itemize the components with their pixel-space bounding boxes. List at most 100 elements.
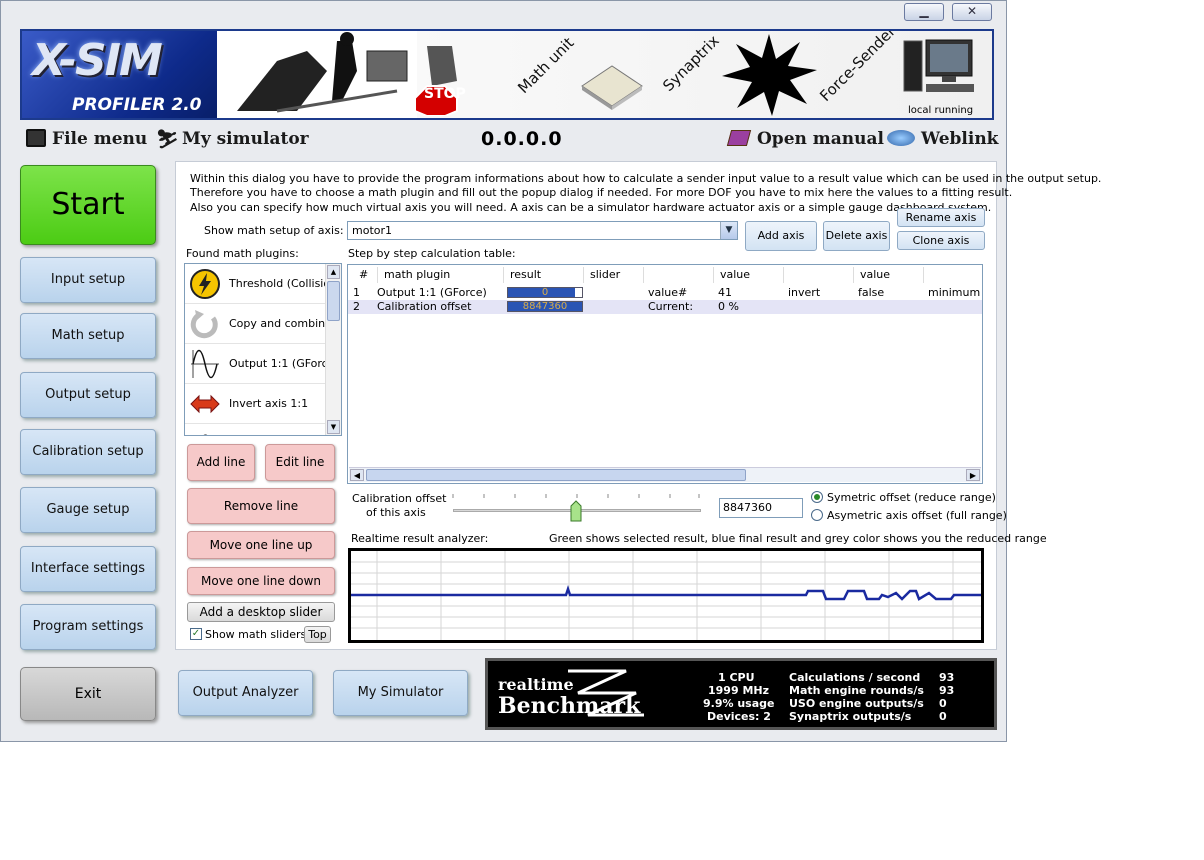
clone-axis-button[interactable]: Clone axis [897,231,985,250]
calibration-slider-thumb[interactable] [570,500,582,522]
math-unit-label: Math unit [514,33,578,97]
stop-label: STOP [424,86,466,102]
rounds-label: Math engine rounds/s [789,684,924,697]
sine-wave-icon [191,349,219,379]
calculation-table[interactable]: # math plugin result slider value value … [347,264,983,484]
book-icon [726,130,752,146]
globe-icon [887,130,915,146]
scroll-right-icon[interactable]: ▶ [966,469,980,481]
scroll-thumb[interactable] [327,281,340,321]
table-row[interactable]: 1 Output 1:1 (GForce) 0 value# 41 invert… [348,286,982,300]
calibration-offset-label: Calibration offset [352,492,447,505]
list-item[interactable]: Threshold (Collision) [185,264,341,304]
delete-axis-button[interactable]: Delete axis [823,221,890,251]
gauge-setup-button[interactable]: Gauge setup [20,487,156,533]
column-header[interactable]: value [714,267,784,283]
list-item[interactable]: Output 1:1 (GForce) [185,344,339,384]
close-button[interactable]: ✕ [952,3,992,21]
column-header[interactable]: value [854,267,924,283]
plugin-list[interactable]: Threshold (Collision) Copy and combine O… [184,263,342,436]
my-simulator-button[interactable]: My Simulator [333,670,468,716]
output-setup-button[interactable]: Output setup [20,372,156,418]
simulator-rig-icon [217,31,417,118]
add-axis-button[interactable]: Add axis [745,221,817,251]
rounds-value: 93 [939,684,955,697]
program-settings-button[interactable]: Program settings [20,604,156,650]
list-item[interactable] [185,424,325,435]
result-bar: 8847360 [507,301,583,312]
start-button[interactable]: Start [20,165,156,245]
analyzer-label: Realtime result analyzer: [351,532,489,545]
calibration-setup-button[interactable]: Calibration setup [20,429,156,475]
starburst-icon [722,34,817,116]
calc-value: 93 [939,671,955,684]
exit-button[interactable]: Exit [20,667,156,721]
analyzer-note: Green shows selected result, blue final … [549,532,1047,545]
chevron-down-icon[interactable]: ▼ [720,222,737,239]
version-label: 0.0.0.0 [481,128,563,150]
weblink-menu[interactable]: Weblink [887,129,998,149]
circular-arrow-icon [190,310,218,339]
table-horizontal-scrollbar[interactable]: ◀ ▶ [349,467,981,482]
symetric-offset-radio[interactable] [811,491,823,503]
cpu-mhz: 1999 MHz [708,684,769,697]
plugin-name: Copy and combine [229,317,332,330]
output-analyzer-button[interactable]: Output Analyzer [178,670,313,716]
synaptrix-outputs-label: Synaptrix outputs/s [789,710,912,723]
open-manual-menu[interactable]: Open manual [726,129,884,149]
column-header[interactable]: slider [584,267,644,283]
add-line-button[interactable]: Add line [187,444,255,481]
show-math-sliders-label: Show math sliders [205,628,307,641]
show-math-sliders-checkbox[interactable]: ✓ [190,628,202,640]
column-header[interactable]: result [504,267,584,283]
scroll-down-icon[interactable]: ▼ [327,420,340,434]
computer-icon [903,39,974,92]
benchmark-logo-top: realtime [498,675,574,694]
device-count: Devices: 2 [707,710,771,723]
my-simulator-menu[interactable]: ⛷ My simulator [156,129,309,150]
edit-line-button[interactable]: Edit line [265,444,335,481]
add-desktop-slider-button[interactable]: Add a desktop slider [187,602,335,622]
show-axis-label: Show math setup of axis: [204,224,344,237]
floppy-icon [26,129,46,147]
interface-settings-button[interactable]: Interface settings [20,546,156,592]
benchmark-panel: realtime Benchmark 1 CPU 1999 MHz 9.9% u… [485,658,997,730]
invert-arrows-icon [190,394,220,414]
uso-value: 0 [939,697,947,710]
info-text-line2: Therefore you have to choose a math plug… [190,186,1013,199]
column-header[interactable] [784,267,854,283]
move-down-button[interactable]: Move one line down [187,567,335,595]
column-header[interactable] [644,267,714,283]
force-sender-label: Force-Sender [816,29,900,105]
calc-label: Calculations / second [789,671,921,684]
file-menu[interactable]: File menu [26,129,147,149]
calibration-axis-label: of this axis [366,506,426,519]
scroll-left-icon[interactable]: ◀ [350,469,364,481]
table-row[interactable]: 2 Calibration offset 8847360 Current: 0 … [348,300,982,314]
input-setup-button[interactable]: Input setup [20,257,156,303]
top-button[interactable]: Top [304,626,331,643]
asymetric-offset-radio[interactable] [811,509,823,521]
synaptrix-outputs-value: 0 [939,710,947,723]
minimize-button[interactable]: ▁ [904,3,944,21]
column-header[interactable]: # [354,267,378,283]
symetric-offset-label: Symetric offset (reduce range) [827,491,996,504]
cpu-count: 1 CPU [718,671,755,684]
plugin-list-scrollbar[interactable]: ▲ ▼ [325,264,341,435]
list-item[interactable]: Copy and combine [185,304,332,344]
analyzer-graph [351,551,981,640]
remove-line-button[interactable]: Remove line [187,488,335,524]
scroll-up-icon[interactable]: ▲ [327,265,340,279]
math-setup-button[interactable]: Math setup [20,313,156,359]
plugin-name: Invert axis 1:1 [229,397,309,410]
rename-axis-button[interactable]: Rename axis [897,208,985,227]
move-up-button[interactable]: Move one line up [187,531,335,559]
list-item[interactable]: Invert axis 1:1 [185,384,325,424]
header-banner: X-SIM PROFILER 2.0 STOP Math unit Synapt… [20,29,994,120]
axis-select[interactable]: motor1 ▼ [347,221,738,240]
calibration-value-input[interactable]: 8847360 [719,498,803,518]
column-header[interactable]: math plugin [378,267,504,283]
scroll-thumb[interactable] [366,469,746,481]
asymetric-offset-label: Asymetric axis offset (full range) [827,509,1007,522]
cpu-usage: 9.9% usage [703,697,775,710]
